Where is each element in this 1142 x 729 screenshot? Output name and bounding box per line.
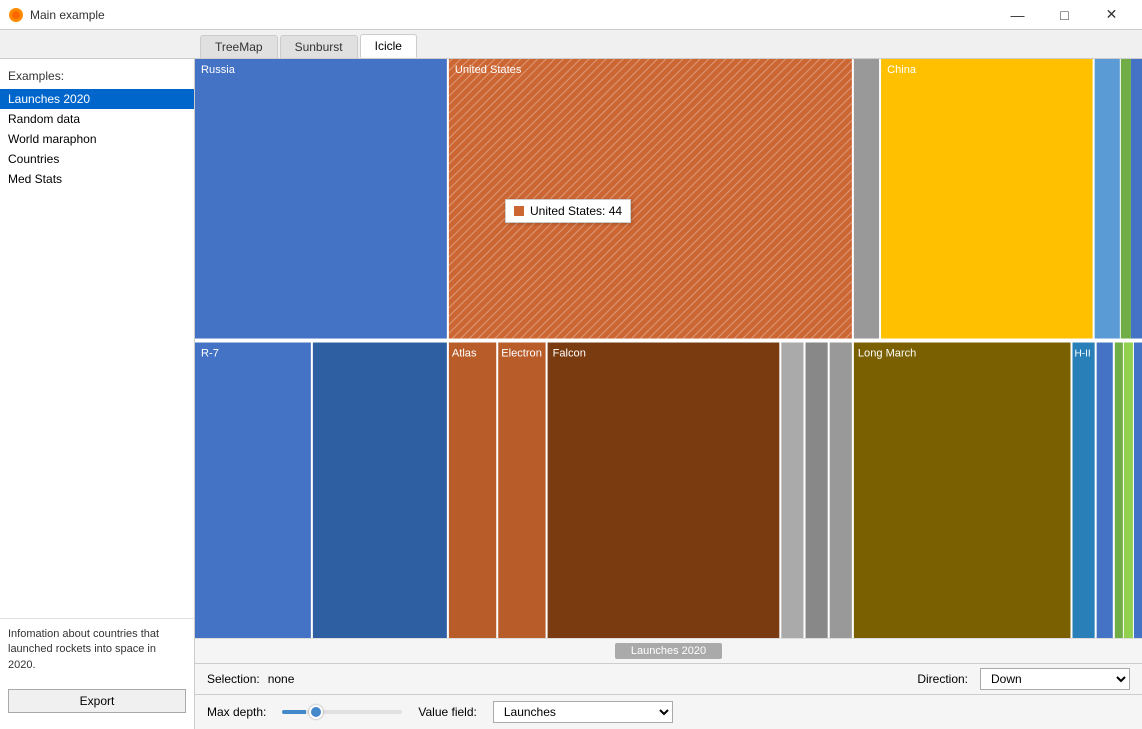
china-label: China	[887, 64, 917, 76]
electron-rect[interactable]	[498, 343, 545, 638]
depth-label: Max depth:	[207, 705, 266, 719]
tab-treemap[interactable]: TreeMap	[200, 35, 278, 58]
r7b-rect[interactable]	[313, 343, 447, 638]
icicle-chart: Russia United States China	[195, 59, 1142, 638]
window-title: Main example	[30, 8, 105, 22]
sidebar-item-medstats[interactable]: Med Stats	[0, 169, 194, 189]
misc1-rect[interactable]	[1097, 343, 1113, 638]
atlas-rect[interactable]	[449, 343, 496, 638]
value-field-label: Value field:	[418, 705, 476, 719]
long-march-rect[interactable]	[854, 343, 1071, 638]
sidebar-item-randomdata[interactable]: Random data	[0, 109, 194, 129]
sidebar: Examples: Launches 2020 Random data Worl…	[0, 59, 195, 729]
falcon-rect[interactable]	[548, 343, 780, 638]
direction-label: Direction:	[917, 672, 968, 686]
r7-label: R-7	[201, 348, 219, 360]
misc3-rect[interactable]	[1124, 343, 1133, 638]
atlas-label: Atlas	[452, 348, 477, 360]
sidebar-item-worldmaraphon[interactable]: World maraphon	[0, 129, 194, 149]
russia-rect[interactable]	[195, 59, 447, 339]
sidebar-section-label: Examples:	[0, 67, 194, 89]
misc4-rect[interactable]	[1134, 343, 1142, 638]
r7-rect[interactable]	[195, 343, 311, 638]
selection-label: Selection:	[207, 672, 260, 686]
sidebar-item-countries[interactable]: Countries	[0, 149, 194, 169]
depth-slider[interactable]	[282, 710, 402, 714]
sidebar-description: Infomation about countries that launched…	[0, 618, 194, 681]
darkblue-sm-rect[interactable]	[1131, 59, 1142, 339]
electron-label: Electron	[501, 348, 542, 360]
status-bar: Selection: none Direction: Down Up Left …	[195, 663, 1142, 694]
value-field-select[interactable]: Launches Mass Cost	[493, 701, 673, 723]
selection-value: none	[268, 672, 295, 686]
gray4-rect[interactable]	[830, 343, 852, 638]
hii-label: H-II	[1075, 349, 1091, 360]
hii-rect[interactable]	[1072, 343, 1094, 638]
tab-icicle[interactable]: Icicle	[360, 34, 417, 58]
direction-select[interactable]: Down Up Left Right	[980, 668, 1130, 690]
china-rect[interactable]	[881, 59, 1093, 339]
bottom-controls: Max depth: Value field: Launches Mass Co…	[195, 694, 1142, 729]
us-label: United States	[455, 64, 522, 76]
sidebar-item-launches2020[interactable]: Launches 2020	[0, 89, 194, 109]
gray2-rect[interactable]	[781, 343, 803, 638]
minimize-button[interactable]: —	[995, 0, 1040, 30]
icicle-area[interactable]: Russia United States China	[195, 59, 1142, 638]
tab-bar: TreeMap Sunburst Icicle	[0, 30, 1142, 59]
chart-title-badge: Launches 2020	[615, 643, 722, 659]
blue-sm-rect[interactable]	[1095, 59, 1120, 339]
long-march-label: Long March	[858, 348, 916, 360]
export-button[interactable]: Export	[8, 689, 186, 713]
russia-label: Russia	[201, 64, 236, 76]
maximize-button[interactable]: □	[1042, 0, 1087, 30]
green-sm-rect[interactable]	[1121, 59, 1131, 339]
app-icon	[8, 7, 24, 23]
falcon-label: Falcon	[553, 348, 586, 360]
gray1-rect[interactable]	[854, 59, 879, 339]
title-bar: Main example — □ ✕	[0, 0, 1142, 30]
us-hatch	[449, 59, 852, 339]
misc2-rect[interactable]	[1115, 343, 1123, 638]
close-button[interactable]: ✕	[1089, 0, 1134, 30]
tab-sunburst[interactable]: Sunburst	[280, 35, 358, 58]
gray3-rect[interactable]	[806, 343, 828, 638]
chart-container: Russia United States China	[195, 59, 1142, 729]
